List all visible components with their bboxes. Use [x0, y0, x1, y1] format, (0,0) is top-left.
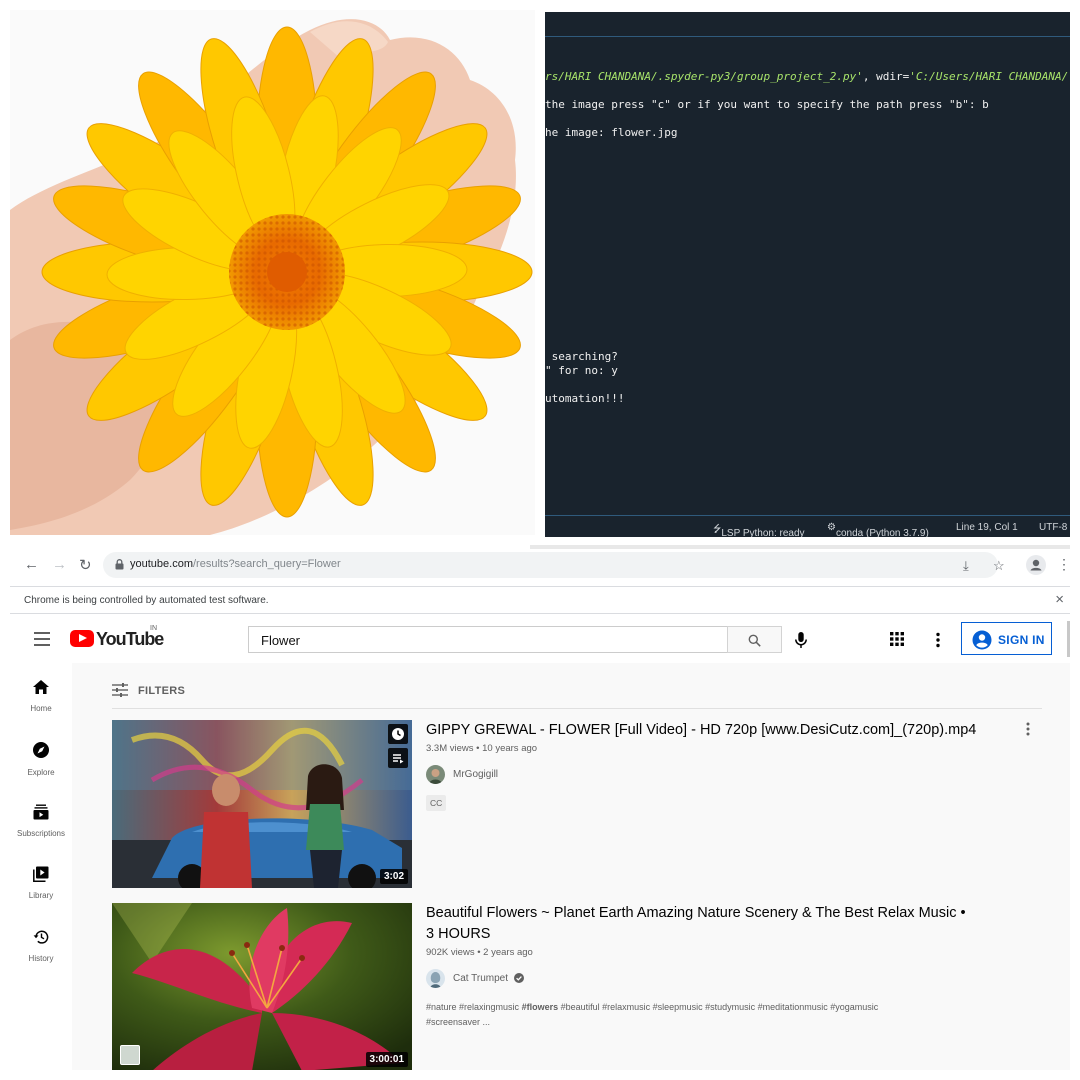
explore-icon: [33, 742, 49, 758]
filters-label: FILTERS: [138, 685, 186, 697]
console-searching-line: searching?: [545, 350, 618, 363]
subscriptions-icon: [33, 804, 49, 820]
voice-search-button[interactable]: [790, 629, 812, 651]
library-icon: [33, 866, 49, 882]
youtube-header: YouTube IN Flower SIGN IN: [10, 615, 1070, 663]
channel-link[interactable]: Cat Trumpet: [426, 969, 1022, 989]
add-to-queue-icon[interactable]: [388, 748, 408, 768]
cc-badge: CC: [426, 795, 447, 811]
guide-item-home[interactable]: Home: [10, 679, 72, 713]
ide-console-panel: rs/HARI CHANDANA/.spyder-py3/group_proje…: [545, 12, 1070, 537]
page-scrollbar[interactable]: [1067, 621, 1070, 657]
automation-infobar: Chrome is being controlled by automated …: [10, 586, 1070, 614]
channel-name[interactable]: MrGogigill: [453, 769, 498, 780]
search-icon: [748, 634, 761, 647]
video-stats: 3.3M views • 10 years ago: [426, 743, 538, 754]
console-answer-line: " for no: y: [545, 364, 618, 377]
console-run-line: rs/HARI CHANDANA/.spyder-py3/group_proje…: [545, 70, 1069, 83]
history-icon: [33, 930, 49, 944]
channel-watermark: [120, 1045, 140, 1065]
video-title[interactable]: Beautiful Flowers ~ Planet Earth Amazing…: [426, 903, 1022, 945]
cursor-position: Line 19, Col 1: [956, 522, 1018, 533]
guide-item-library[interactable]: Library: [10, 866, 72, 900]
profile-avatar-icon[interactable]: [1026, 555, 1046, 575]
lock-icon: [115, 559, 124, 570]
reload-icon[interactable]: ↻: [79, 556, 92, 574]
install-app-icon[interactable]: ⤓: [963, 558, 969, 574]
automation-message: Chrome is being controlled by automated …: [24, 595, 269, 606]
video-duration: 3:02: [379, 869, 408, 884]
channel-link[interactable]: MrGogigill: [426, 765, 1022, 785]
sign-in-button[interactable]: SIGN IN: [961, 622, 1052, 655]
guide-item-history[interactable]: History: [10, 929, 72, 963]
guide-item-explore[interactable]: Explore: [10, 741, 72, 777]
search-results: FILTERS 3:02 GIPPY GREWAL - FLOWER [Full…: [72, 663, 1070, 1070]
lsp-status: ⭍ LSP Python: ready: [713, 524, 805, 537]
apps-grid-icon[interactable]: [890, 632, 904, 651]
channel-avatar[interactable]: [426, 765, 445, 784]
channel-name[interactable]: Cat Trumpet: [453, 973, 508, 984]
video-result[interactable]: 3:02 GIPPY GREWAL - FLOWER [Full Video] …: [112, 720, 1042, 890]
close-icon[interactable]: ×: [1055, 591, 1064, 608]
channel-avatar[interactable]: [426, 969, 445, 988]
search-button[interactable]: [727, 626, 782, 653]
video-description: #nature #relaxingmusic #flowers #beautif…: [426, 1002, 879, 1027]
guide-label: Home: [30, 704, 52, 713]
sign-in-label: SIGN IN: [998, 633, 1045, 647]
guide-label: Explore: [27, 768, 55, 777]
address-bar: ← → ↻ youtube.com/results?search_query=F…: [10, 549, 1070, 581]
ide-status-bar: ⭍ LSP Python: ready ⚙ conda (Python 3.7.…: [545, 515, 1070, 537]
url-host: youtube.com: [130, 558, 193, 570]
console-prompt-line: the image press "c" or if you want to sp…: [545, 98, 989, 111]
account-icon: [972, 630, 992, 650]
guide-label: Library: [28, 891, 54, 900]
console-automation-line: utomation!!!: [545, 392, 625, 405]
conda-status: ⚙ conda (Python 3.7.9): [827, 522, 929, 537]
video-stats: 902K views • 2 years ago: [426, 947, 533, 958]
video-duration: 3:00:01: [365, 1052, 408, 1067]
home-icon: [33, 680, 49, 694]
bookmark-star-icon[interactable]: ☆: [993, 558, 1005, 574]
search-input[interactable]: Flower: [248, 626, 728, 653]
country-code: IN: [150, 625, 157, 632]
forward-arrow-icon[interactable]: →: [52, 556, 67, 573]
console-image-line: he image: flower.jpg: [545, 126, 678, 139]
chrome-menu-icon[interactable]: ⋮: [1057, 556, 1070, 573]
url-field[interactable]: youtube.com/results?search_query=Flower: [103, 552, 998, 578]
encoding-status: UTF-8: [1039, 522, 1068, 533]
search-query: Flower: [261, 633, 301, 648]
console-divider: [545, 36, 1070, 37]
flower-photo: [10, 10, 535, 535]
chrome-browser-window: ← → ↻ youtube.com/results?search_query=F…: [10, 545, 1070, 1070]
youtube-play-icon: [70, 630, 94, 647]
filter-sliders-icon: [112, 683, 128, 697]
screenshot-collage: rs/HARI CHANDANA/.spyder-py3/group_proje…: [0, 0, 1080, 1080]
url-path: /results?search_query=Flower: [192, 558, 341, 570]
video-result[interactable]: 3:00:01 Beautiful Flowers ~ Planet Earth…: [112, 903, 1042, 1070]
verified-check-icon: [514, 973, 524, 983]
hamburger-menu-icon[interactable]: [34, 632, 50, 650]
youtube-wordmark: YouTube: [96, 629, 164, 649]
watch-later-icon[interactable]: [388, 724, 408, 744]
filters-divider: [112, 708, 1042, 709]
back-arrow-icon[interactable]: ←: [24, 556, 39, 573]
guide-label: Subscriptions: [16, 829, 66, 838]
video-menu-icon[interactable]: [1026, 722, 1030, 741]
video-title[interactable]: GIPPY GREWAL - FLOWER [Full Video] - HD …: [426, 720, 1022, 741]
filters-button[interactable]: FILTERS: [112, 683, 185, 702]
video-thumbnail[interactable]: 3:00:01: [112, 903, 412, 1070]
guide-item-subscriptions[interactable]: Subscriptions: [10, 804, 72, 838]
guide-label: History: [28, 954, 54, 963]
microphone-icon: [795, 632, 807, 648]
video-thumbnail[interactable]: 3:02: [112, 720, 412, 888]
settings-more-icon[interactable]: [935, 632, 941, 653]
guide-sidebar: Home Explore Subscriptions Library Histo…: [10, 663, 72, 1070]
